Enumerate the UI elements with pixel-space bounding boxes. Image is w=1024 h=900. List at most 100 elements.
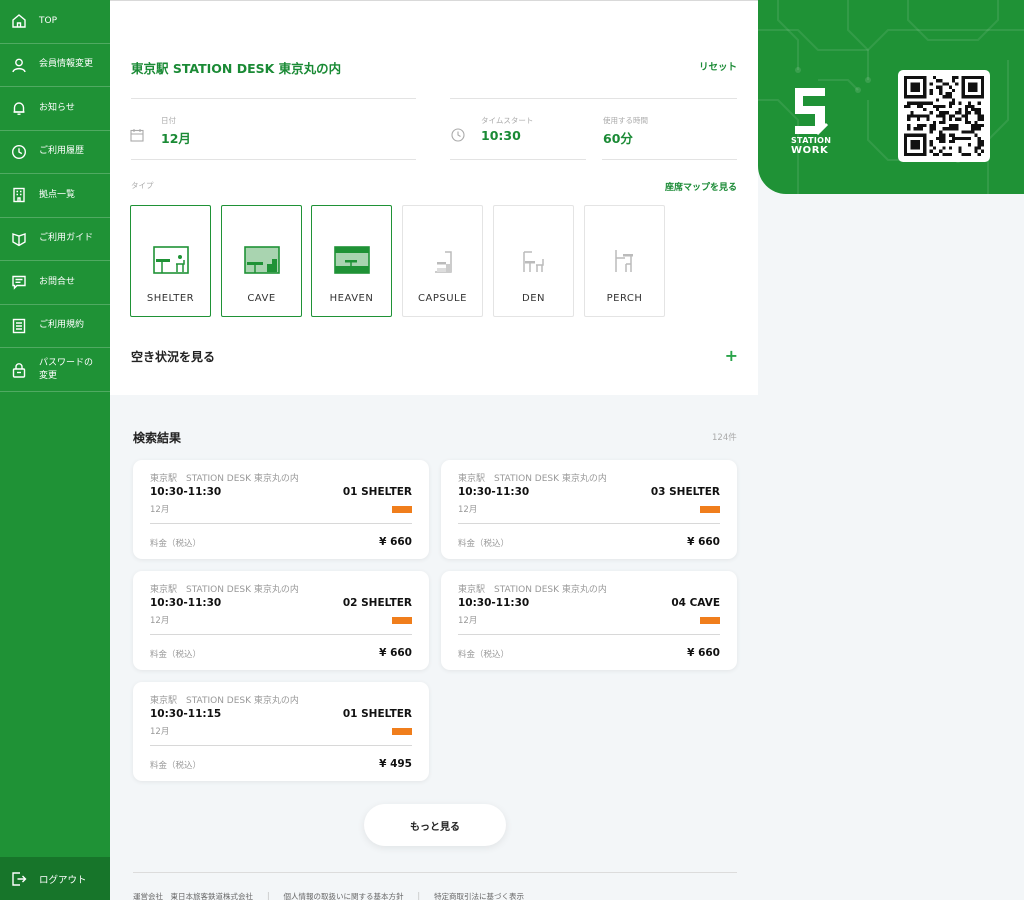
qr-code-icon	[904, 76, 984, 156]
divider	[150, 634, 412, 635]
type-card-heaven[interactable]: HEAVEN	[311, 205, 392, 317]
sidebar: TOP 会員情報変更 お知らせ ご利用履歴 拠点一覧 ご利用ガイド お問合せ ご…	[0, 0, 110, 900]
date-label: 日付	[161, 116, 176, 125]
card-location: 東京駅 STATION DESK 東京丸の内	[458, 585, 607, 595]
availability-toggle[interactable]: 空き状況を見る	[131, 348, 215, 365]
time-start-value: 10:30	[481, 128, 521, 143]
divider	[450, 98, 737, 99]
divider	[150, 745, 412, 746]
sidebar-item-password[interactable]: パスワードの 変更	[0, 348, 110, 392]
message-icon	[10, 273, 28, 291]
type-card-capsule[interactable]: CAPSULE	[402, 205, 483, 317]
card-time: 10:30-11:30	[150, 597, 222, 609]
clock-icon	[10, 143, 28, 161]
bell-icon	[10, 99, 28, 117]
divider	[131, 98, 416, 99]
sidebar-item-guide[interactable]: ご利用ガイド	[0, 218, 110, 261]
duration-label: 使用する時間	[603, 116, 648, 125]
card-month: 12月	[150, 505, 170, 515]
type-name: CAPSULE	[418, 293, 467, 304]
separator: |	[267, 891, 270, 900]
result-card[interactable]: 東京駅 STATION DESK 東京丸の内 10:30-11:30 03 SH…	[441, 460, 737, 559]
sidebar-item-label: パスワードの 変更	[39, 357, 94, 381]
card-price: ¥ 660	[379, 536, 412, 548]
card-seat: 03 SHELTER	[650, 486, 720, 498]
shelter-icon	[152, 246, 189, 274]
sidebar-item-label: ご利用履歴	[39, 146, 85, 157]
status-badge	[392, 506, 412, 513]
sidebar-item-label: ご利用ガイド	[39, 233, 94, 244]
sidebar-item-terms[interactable]: ご利用規約	[0, 305, 110, 348]
footer-link-privacy[interactable]: 個人情報の取扱いに関する基本方針	[284, 891, 404, 900]
type-card-perch[interactable]: PERCH	[584, 205, 665, 317]
sidebar-item-locations[interactable]: 拠点一覧	[0, 174, 110, 218]
sidebar-item-history[interactable]: ご利用履歴	[0, 131, 110, 174]
card-price-label: 料金（税込）	[458, 539, 510, 549]
den-icon	[522, 251, 544, 272]
card-price: ¥ 660	[379, 647, 412, 659]
card-seat: 04 CAVE	[671, 597, 720, 609]
type-card-shelter[interactable]: SHELTER	[130, 205, 211, 317]
sidebar-item-label: お知らせ	[39, 102, 75, 113]
card-time: 10:30-11:30	[150, 486, 222, 498]
document-icon	[10, 317, 28, 335]
result-card[interactable]: 東京駅 STATION DESK 東京丸の内 10:30-11:30 04 CA…	[441, 571, 737, 670]
sidebar-item-member-info[interactable]: 会員情報変更	[0, 44, 110, 87]
sidebar-item-label: 会員情報変更	[39, 59, 94, 70]
results-count: 124件	[712, 433, 737, 443]
sidebar-item-news[interactable]: お知らせ	[0, 87, 110, 131]
user-icon	[10, 56, 28, 74]
card-price-label: 料金（税込）	[150, 539, 202, 549]
logout-button[interactable]: ログアウト	[0, 857, 110, 900]
sidebar-item-contact[interactable]: お問合せ	[0, 261, 110, 305]
divider	[458, 634, 720, 635]
shield-icon	[10, 230, 28, 248]
result-card[interactable]: 東京駅 STATION DESK 東京丸の内 10:30-11:30 02 SH…	[133, 571, 429, 670]
footer-link-commerce[interactable]: 特定商取引法に基づく表示	[434, 891, 524, 900]
card-price: ¥ 660	[687, 536, 720, 548]
plus-icon[interactable]: +	[725, 346, 738, 365]
logo-wordmark: STATION WORK	[791, 136, 831, 156]
date-value: 12月	[161, 131, 191, 146]
load-more-button[interactable]: もっと見る	[364, 804, 506, 846]
sidebar-item-label: ご利用規約	[39, 320, 85, 331]
card-time: 10:30-11:30	[458, 486, 530, 498]
type-card-den[interactable]: DEN	[493, 205, 574, 317]
status-badge	[700, 617, 720, 624]
footer-links: 運営会社 東日本旅客鉄道株式会社 | 個人情報の取扱いに関する基本方針 | 特定…	[133, 891, 524, 900]
result-card[interactable]: 東京駅 STATION DESK 東京丸の内 10:30-11:30 01 SH…	[133, 460, 429, 559]
type-name: CAVE	[247, 293, 276, 304]
seat-map-link[interactable]: 座席マップを見る	[665, 180, 737, 193]
result-card[interactable]: 東京駅 STATION DESK 東京丸の内 10:30-11:15 01 SH…	[133, 682, 429, 781]
sidebar-item-label: 拠点一覧	[39, 189, 76, 200]
card-price: ¥ 495	[379, 758, 412, 770]
divider	[450, 159, 586, 160]
card-price: ¥ 660	[687, 647, 720, 659]
qr-code[interactable]	[898, 70, 990, 162]
card-location: 東京駅 STATION DESK 東京丸の内	[150, 696, 299, 706]
divider	[602, 159, 737, 160]
calendar-icon	[130, 127, 144, 142]
reset-link[interactable]: リセット	[699, 59, 737, 73]
capsule-icon	[434, 251, 452, 273]
separator: |	[417, 891, 421, 900]
card-price-label: 料金（税込）	[458, 650, 510, 660]
card-time: 10:30-11:15	[150, 708, 222, 720]
perch-icon	[614, 250, 633, 272]
footer-link-company[interactable]: 運営会社 東日本旅客鉄道株式会社	[133, 891, 253, 900]
logo-line2: WORK	[791, 145, 829, 156]
card-month: 12月	[150, 727, 170, 737]
card-month: 12月	[458, 616, 478, 626]
card-month: 12月	[458, 505, 478, 515]
sidebar-item-top[interactable]: TOP	[0, 0, 110, 44]
card-location: 東京駅 STATION DESK 東京丸の内	[458, 474, 607, 484]
card-seat: 01 SHELTER	[342, 486, 412, 498]
search-form: 東京駅 STATION DESK 東京丸の内 リセット 日付 12月 タイムスタ…	[110, 0, 758, 395]
type-card-cave[interactable]: CAVE	[221, 205, 302, 317]
clock-icon	[451, 127, 465, 142]
type-name: SHELTER	[146, 293, 195, 304]
divider	[150, 523, 412, 524]
heaven-icon	[333, 246, 370, 274]
status-badge	[700, 506, 720, 513]
type-name: HEAVEN	[329, 293, 374, 304]
